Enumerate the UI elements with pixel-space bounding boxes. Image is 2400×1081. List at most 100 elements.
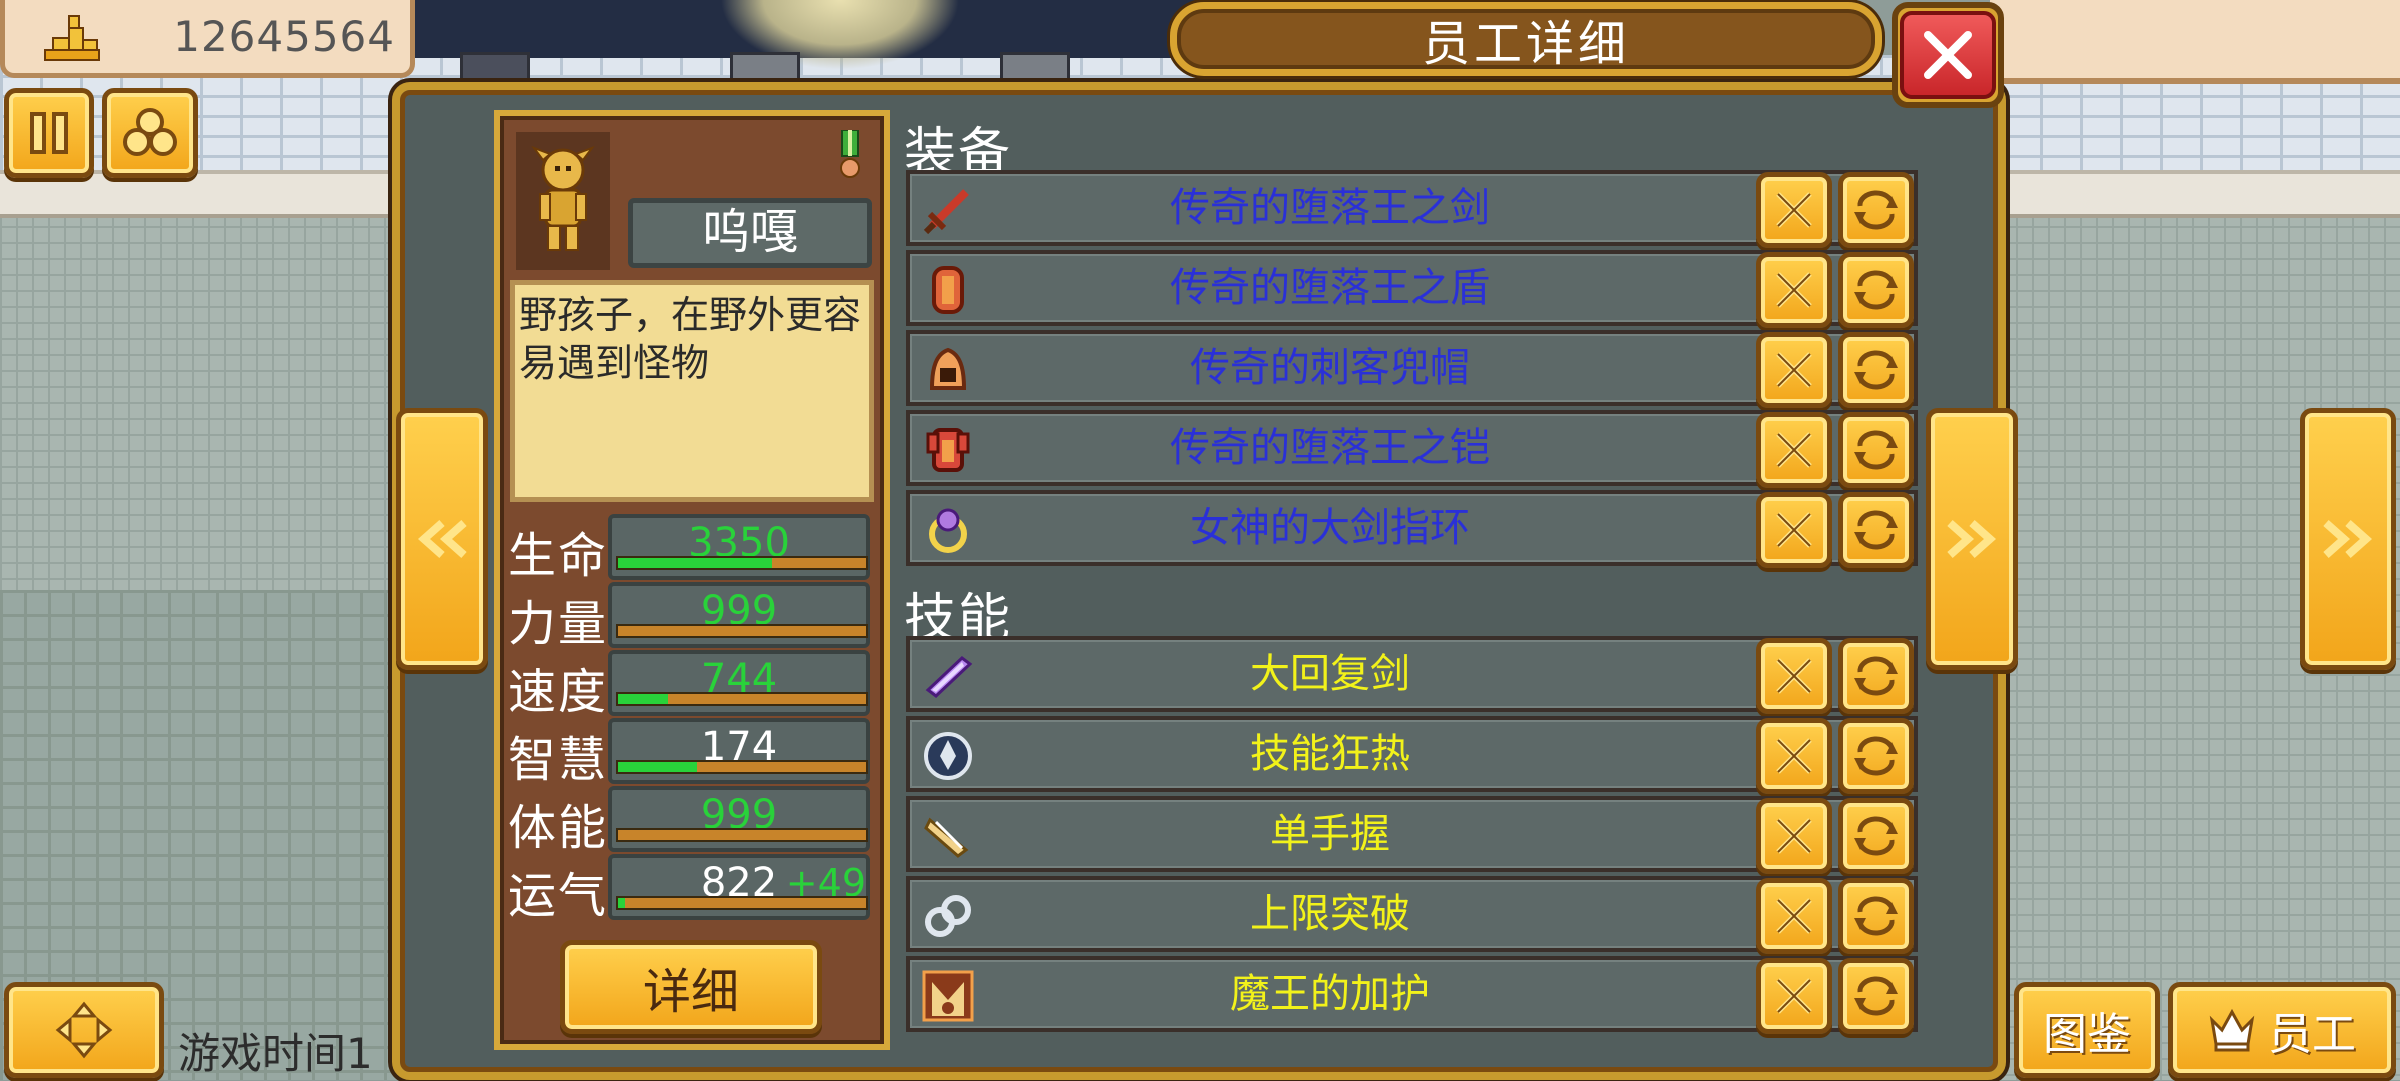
stat-bar-fill	[618, 762, 698, 772]
remove-button[interactable]	[1756, 252, 1832, 328]
remove-icon	[1776, 432, 1812, 468]
remove-icon	[1776, 658, 1812, 694]
demon-king-icon	[920, 968, 976, 1024]
remove-button[interactable]	[1756, 332, 1832, 408]
detail-button-label: 详细	[642, 964, 739, 1020]
remove-icon	[1776, 898, 1812, 934]
stat-bar	[616, 896, 868, 910]
crown-icon	[2209, 1008, 2255, 1052]
skill-row[interactable]: 单手握	[906, 796, 1918, 874]
armor-icon	[920, 422, 976, 478]
skill-name: 上限突破	[1250, 891, 1410, 937]
skill-row[interactable]: 上限突破	[906, 876, 1918, 954]
staff-button[interactable]: 员工	[2168, 982, 2396, 1078]
beast-warrior-icon	[531, 146, 595, 251]
swap-icon	[1854, 350, 1898, 390]
stat-row: 体能 999	[508, 786, 882, 856]
pause-button[interactable]	[4, 88, 94, 178]
stat-box: 822 +49	[608, 854, 870, 920]
swap-button[interactable]	[1838, 958, 1914, 1034]
catalog-label: 图鉴	[2043, 1009, 2131, 1060]
swap-button[interactable]	[1838, 878, 1914, 954]
stat-box: 999	[608, 582, 870, 648]
stat-box: 744	[608, 650, 870, 716]
equipment-row[interactable]: 传奇的堕落王之盾	[906, 250, 1918, 328]
remove-button[interactable]	[1756, 798, 1832, 874]
stat-bar	[616, 692, 868, 706]
remove-button[interactable]	[1756, 172, 1832, 248]
swap-button[interactable]	[1838, 412, 1914, 488]
stat-label: 力量	[508, 596, 609, 652]
swap-icon	[1854, 976, 1898, 1016]
skill-row[interactable]: 魔王的加护	[906, 956, 1918, 1034]
dialog-title-bar: 员工详细	[1170, 2, 1882, 76]
skill-name: 单手握	[1270, 811, 1390, 857]
swap-icon	[1854, 656, 1898, 696]
stat-row: 运气 822 +49	[508, 854, 882, 924]
stat-row: 力量 999	[508, 582, 882, 652]
speed-button[interactable]	[102, 88, 198, 178]
remove-button[interactable]	[1756, 718, 1832, 794]
pause-icon	[30, 112, 68, 154]
skill-row[interactable]: 大回复剑	[906, 636, 1918, 714]
money-value: 12645564	[173, 12, 395, 61]
swap-button[interactable]	[1838, 638, 1914, 714]
stat-box: 174	[608, 718, 870, 784]
next-page-arrow[interactable]	[2300, 408, 2396, 670]
stat-label: 速度	[508, 664, 609, 720]
stat-label: 体能	[508, 800, 609, 856]
stat-box: 999	[608, 786, 870, 852]
remove-icon	[1776, 512, 1812, 548]
close-icon	[1924, 31, 1972, 79]
swap-button[interactable]	[1838, 718, 1914, 794]
next-employee-button[interactable]	[1926, 408, 2018, 670]
equipment-row[interactable]: 传奇的堕落王之剑	[906, 170, 1918, 248]
catalog-button[interactable]: 图鉴	[2014, 982, 2160, 1078]
close-button[interactable]	[1892, 2, 2004, 108]
stat-bar-fill	[618, 898, 626, 908]
swap-button[interactable]	[1838, 492, 1914, 568]
equipment-name: 传奇的堕落王之剑	[1170, 185, 1490, 231]
dpad-icon	[55, 1001, 113, 1059]
sword-icon	[920, 182, 976, 238]
remove-button[interactable]	[1756, 878, 1832, 954]
swap-button[interactable]	[1838, 172, 1914, 248]
character-portrait	[516, 132, 610, 270]
double-chevron-left-icon	[417, 520, 467, 558]
stat-label: 生命	[508, 528, 609, 584]
move-button[interactable]	[4, 982, 164, 1078]
stat-bar-fill	[618, 694, 668, 704]
equipment-row[interactable]: 女神的大剑指环	[906, 490, 1918, 568]
stat-box: 3350	[608, 514, 870, 580]
skill-row[interactable]: 技能狂热	[906, 716, 1918, 794]
stat-bar	[616, 828, 868, 842]
swap-button[interactable]	[1838, 798, 1914, 874]
equipment-name: 传奇的堕落王之铠	[1170, 425, 1490, 471]
skill-name: 魔王的加护	[1230, 971, 1430, 1017]
gems-icon	[123, 108, 177, 156]
remove-button[interactable]	[1756, 412, 1832, 488]
skill-name: 大回复剑	[1250, 651, 1410, 697]
swap-button[interactable]	[1838, 252, 1914, 328]
swap-button[interactable]	[1838, 332, 1914, 408]
glove-icon	[920, 808, 976, 864]
swap-icon	[1854, 510, 1898, 550]
character-description: 野孩子，在野外更容易遇到怪物	[510, 280, 874, 502]
swap-icon	[1854, 896, 1898, 936]
crystal-sword-icon	[920, 648, 976, 704]
remove-button[interactable]	[1756, 958, 1832, 1034]
remove-button[interactable]	[1756, 638, 1832, 714]
chain-icon	[920, 888, 976, 944]
equipment-row[interactable]: 传奇的刺客兜帽	[906, 330, 1918, 408]
hood-icon	[920, 342, 976, 398]
equipment-row[interactable]: 传奇的堕落王之铠	[906, 410, 1918, 488]
double-chevron-right-icon	[1947, 520, 1997, 558]
stat-label: 智慧	[508, 732, 609, 788]
previous-employee-button[interactable]	[396, 408, 488, 670]
detail-button[interactable]: 详细	[560, 940, 822, 1034]
stat-bar	[616, 760, 868, 774]
character-name[interactable]: 呜嘎	[628, 198, 872, 268]
stat-label: 运气	[508, 868, 609, 924]
stone-block	[730, 52, 800, 86]
remove-button[interactable]	[1756, 492, 1832, 568]
